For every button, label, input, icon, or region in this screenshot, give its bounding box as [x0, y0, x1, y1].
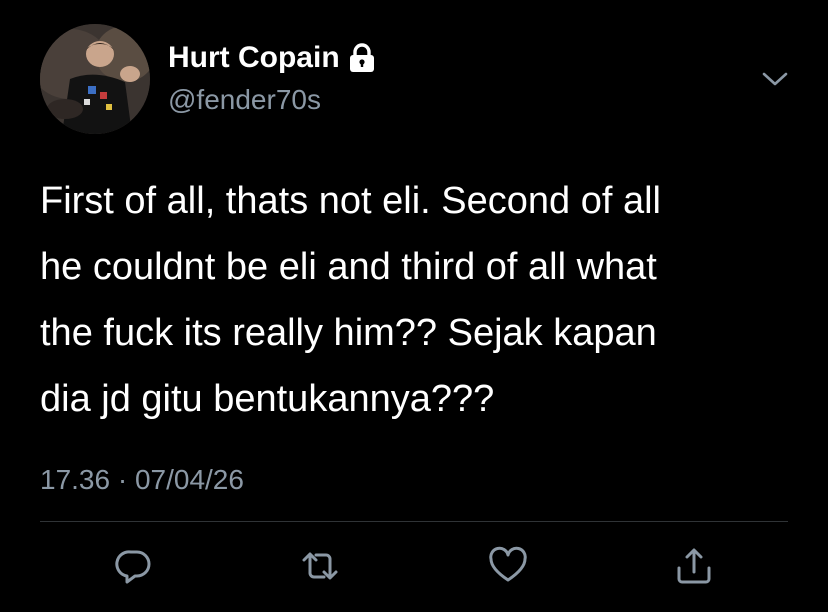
divider: [40, 521, 788, 522]
heart-icon: [489, 546, 527, 582]
speech-bubble-icon: [115, 550, 151, 584]
tweet-timestamp[interactable]: 17.36 · 07/04/26: [40, 462, 244, 498]
reply-button[interactable]: [114, 546, 154, 586]
chevron-down-icon[interactable]: [760, 64, 790, 94]
tweet-text: First of all, thats not eli. Second of a…: [40, 168, 790, 432]
tweet-text-line: the fuck its really him?? Sejak kapan: [40, 312, 657, 354]
tweet-text-line: First of all, thats not eli. Second of a…: [40, 180, 661, 222]
retweet-arrows-icon: [302, 552, 338, 580]
tweet-text-line: he couldnt be eli and third of all what: [40, 246, 657, 288]
profile-photo-icon: [40, 24, 150, 134]
author-name[interactable]: Hurt Copain: [168, 40, 340, 76]
author-name-row[interactable]: Hurt Copain: [168, 40, 376, 76]
avatar[interactable]: [40, 24, 150, 134]
tweet-text-line: dia jd gitu bentukannya???: [40, 378, 495, 420]
tweet-card: Hurt Copain @fender70s First of all, tha…: [0, 0, 828, 612]
lock-icon: [348, 43, 376, 73]
like-button[interactable]: [488, 546, 528, 586]
retweet-button[interactable]: [300, 546, 340, 586]
share-button[interactable]: [674, 546, 714, 586]
author-handle[interactable]: @fender70s: [168, 84, 321, 116]
share-upload-icon: [677, 548, 711, 584]
